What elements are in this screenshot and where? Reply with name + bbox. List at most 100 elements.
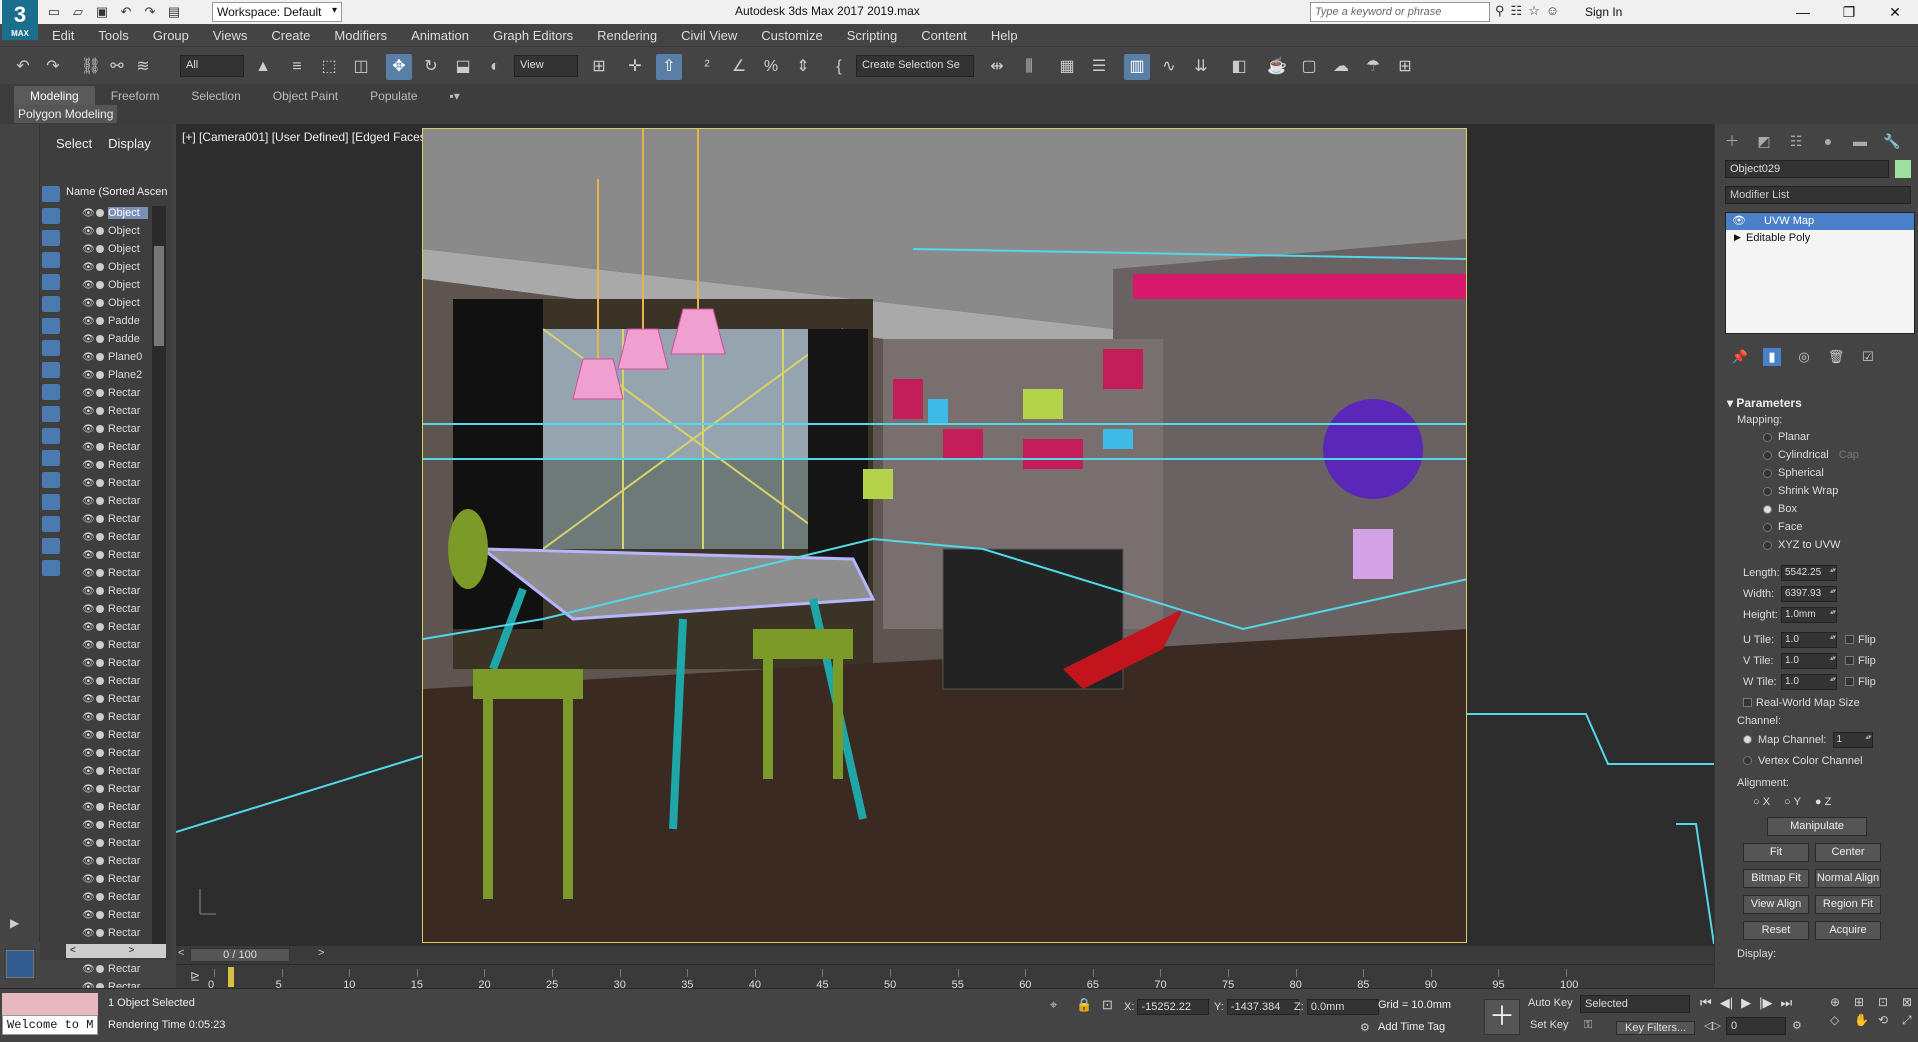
folder-icon[interactable]	[42, 560, 60, 576]
radio-shrink-wrap[interactable]: Shrink Wrap	[1737, 482, 1917, 500]
stack-item-uvw-map[interactable]: UVW Map 👁	[1726, 213, 1914, 230]
freeze-dot-icon[interactable]	[96, 911, 104, 919]
reset-button[interactable]: Reset	[1743, 921, 1809, 940]
filter-xrefs-icon[interactable]	[42, 340, 60, 356]
maximize-viewport-icon[interactable]: ⤢	[1902, 1013, 1918, 1028]
binoculars-icon[interactable]: ⚲	[1495, 3, 1505, 19]
scene-list-item[interactable]: 👁 Rectar	[66, 870, 160, 888]
rendered-frame-window-icon[interactable]: ▢	[1296, 54, 1322, 80]
undo-icon[interactable]: ↶	[10, 54, 36, 80]
invert-display-icon[interactable]	[42, 494, 60, 510]
scene-list-item[interactable]: 👁 Rectar	[66, 510, 160, 528]
y-field[interactable]: -1437.384	[1226, 999, 1299, 1015]
named-selection-dropdown[interactable]: Create Selection Se	[856, 55, 974, 77]
freeze-dot-icon[interactable]	[96, 227, 104, 235]
filter-hidden-icon[interactable]	[42, 428, 60, 444]
curve-editor-icon[interactable]: ∿	[1156, 54, 1182, 80]
scene-list-item[interactable]: 👁 Object	[66, 240, 160, 258]
time-tag-icon[interactable]: ⚙	[1360, 1021, 1370, 1034]
redo-icon[interactable]: ↷	[40, 54, 66, 80]
visibility-eye-icon[interactable]: 👁	[82, 748, 95, 759]
freeze-dot-icon[interactable]	[96, 263, 104, 271]
checkbox[interactable]	[1845, 656, 1854, 665]
toggle-ribbon-icon[interactable]: ☰	[1086, 54, 1112, 80]
checkbox[interactable]	[1743, 698, 1752, 707]
visibility-eye-icon[interactable]: 👁	[82, 892, 95, 903]
save-icon[interactable]: ▣	[92, 3, 112, 21]
go-to-end-icon[interactable]: ⏭	[1780, 995, 1792, 1011]
freeze-dot-icon[interactable]	[96, 245, 104, 253]
visibility-eye-icon[interactable]: 👁	[82, 928, 95, 939]
schematic-view-icon[interactable]: ⇊	[1188, 54, 1214, 80]
app-logo[interactable]: 3 MAX	[2, 0, 38, 40]
freeze-dot-icon[interactable]	[96, 677, 104, 685]
radio-spherical[interactable]: Spherical	[1737, 464, 1917, 482]
radio-button[interactable]	[1763, 450, 1772, 460]
scene-list-item[interactable]: 👁 Object	[66, 276, 160, 294]
align-icon[interactable]: ⫼	[1016, 54, 1042, 80]
menu-scripting[interactable]: Scripting	[835, 28, 910, 43]
polygon-modeling-panel[interactable]: Polygon Modeling	[14, 105, 118, 123]
auto-key-button[interactable]: Auto Key	[1528, 997, 1573, 1009]
material-editor-icon[interactable]: ◧	[1226, 54, 1252, 80]
display-none-icon[interactable]	[42, 472, 60, 488]
lock-icon[interactable]	[42, 516, 60, 532]
scene-list-item[interactable]: 👁 Rectar	[66, 384, 160, 402]
utilities-tab-icon[interactable]: 🔧	[1881, 130, 1903, 152]
visibility-eye-icon[interactable]: 👁	[82, 352, 95, 363]
visibility-eye-icon[interactable]: 👁	[82, 496, 95, 507]
filter-containers-icon[interactable]	[42, 384, 60, 400]
axis-z[interactable]: ● Z	[1815, 796, 1831, 808]
add-time-tag[interactable]: Add Time Tag	[1378, 1021, 1445, 1033]
scene-list-item[interactable]: 👁 Rectar	[66, 816, 160, 834]
scene-list-item[interactable]: 👁 Rectar	[66, 906, 160, 924]
freeze-dot-icon[interactable]	[96, 839, 104, 847]
freeze-dot-icon[interactable]	[96, 551, 104, 559]
key-icon[interactable]: ⚿	[1584, 1019, 1592, 1032]
scene-list-item[interactable]: 👁 Padde	[66, 330, 160, 348]
maxscript-mini-listener[interactable]	[2, 993, 98, 1015]
curve-editor-mini-icon[interactable]: ⊵	[190, 969, 200, 983]
scene-list-item[interactable]: 👁 Rectar	[66, 456, 160, 474]
scene-list-item[interactable]: 👁 Rectar	[66, 708, 160, 726]
freeze-dot-icon[interactable]	[96, 389, 104, 397]
freeze-dot-icon[interactable]	[96, 605, 104, 613]
keyboard-shortcut-override-icon[interactable]: ⇧	[656, 54, 682, 80]
prev-frame-arrow-icon[interactable]: <	[178, 947, 184, 959]
play-icon[interactable]: ▶	[1741, 995, 1751, 1011]
menu-create[interactable]: Create	[259, 28, 322, 43]
object-color-swatch[interactable]	[1895, 160, 1911, 178]
previous-frame-icon[interactable]: ◀︎|	[1720, 995, 1733, 1011]
key-mode-toggle-icon[interactable]: ◁▷	[1704, 1019, 1721, 1032]
scene-list-item[interactable]: 👁 Object	[66, 258, 160, 276]
scene-list-item[interactable]: 👁 Rectar	[66, 582, 160, 600]
vertex-color-row[interactable]: Vertex Color Channel	[1737, 750, 1917, 771]
render-production-icon[interactable]: ☁	[1328, 54, 1354, 80]
filter-lights-icon[interactable]	[42, 230, 60, 246]
menu-graph-editors[interactable]: Graph Editors	[481, 28, 585, 43]
scene-list-item[interactable]: 👁 Rectar	[66, 834, 160, 852]
visibility-eye-icon[interactable]: 👁	[82, 820, 95, 831]
freeze-dot-icon[interactable]	[96, 857, 104, 865]
snaps-toggle-icon[interactable]: ²	[694, 54, 720, 80]
freeze-dot-icon[interactable]	[96, 317, 104, 325]
user-icon[interactable]: ☺	[1546, 3, 1559, 19]
freeze-dot-icon[interactable]	[96, 821, 104, 829]
normal-align-button[interactable]: Normal Align	[1815, 869, 1881, 888]
scene-list-item[interactable]: 👁 Plane2	[66, 366, 160, 384]
visibility-eye-icon[interactable]: 👁	[82, 280, 95, 291]
ribbon-options-icon[interactable]: ▪▾	[434, 86, 476, 106]
menu-animation[interactable]: Animation	[399, 28, 481, 43]
menu-modifiers[interactable]: Modifiers	[322, 28, 399, 43]
zoom-icon[interactable]: ⊕	[1830, 995, 1850, 1009]
pan-view-icon[interactable]: ✋	[1854, 1013, 1874, 1028]
restore-icon[interactable]: ❐	[1826, 0, 1872, 24]
menu-content[interactable]: Content	[909, 28, 979, 43]
selection-lock-icon[interactable]: 🔒	[1076, 997, 1092, 1013]
checkbox[interactable]	[1845, 677, 1854, 686]
link-icon[interactable]: ⛓	[78, 54, 104, 80]
scene-list-item[interactable]: 👁 Rectar	[66, 726, 160, 744]
freeze-dot-icon[interactable]	[96, 479, 104, 487]
manipulate-button[interactable]: Manipulate	[1767, 817, 1867, 836]
visibility-eye-icon[interactable]: 👁	[82, 586, 95, 597]
